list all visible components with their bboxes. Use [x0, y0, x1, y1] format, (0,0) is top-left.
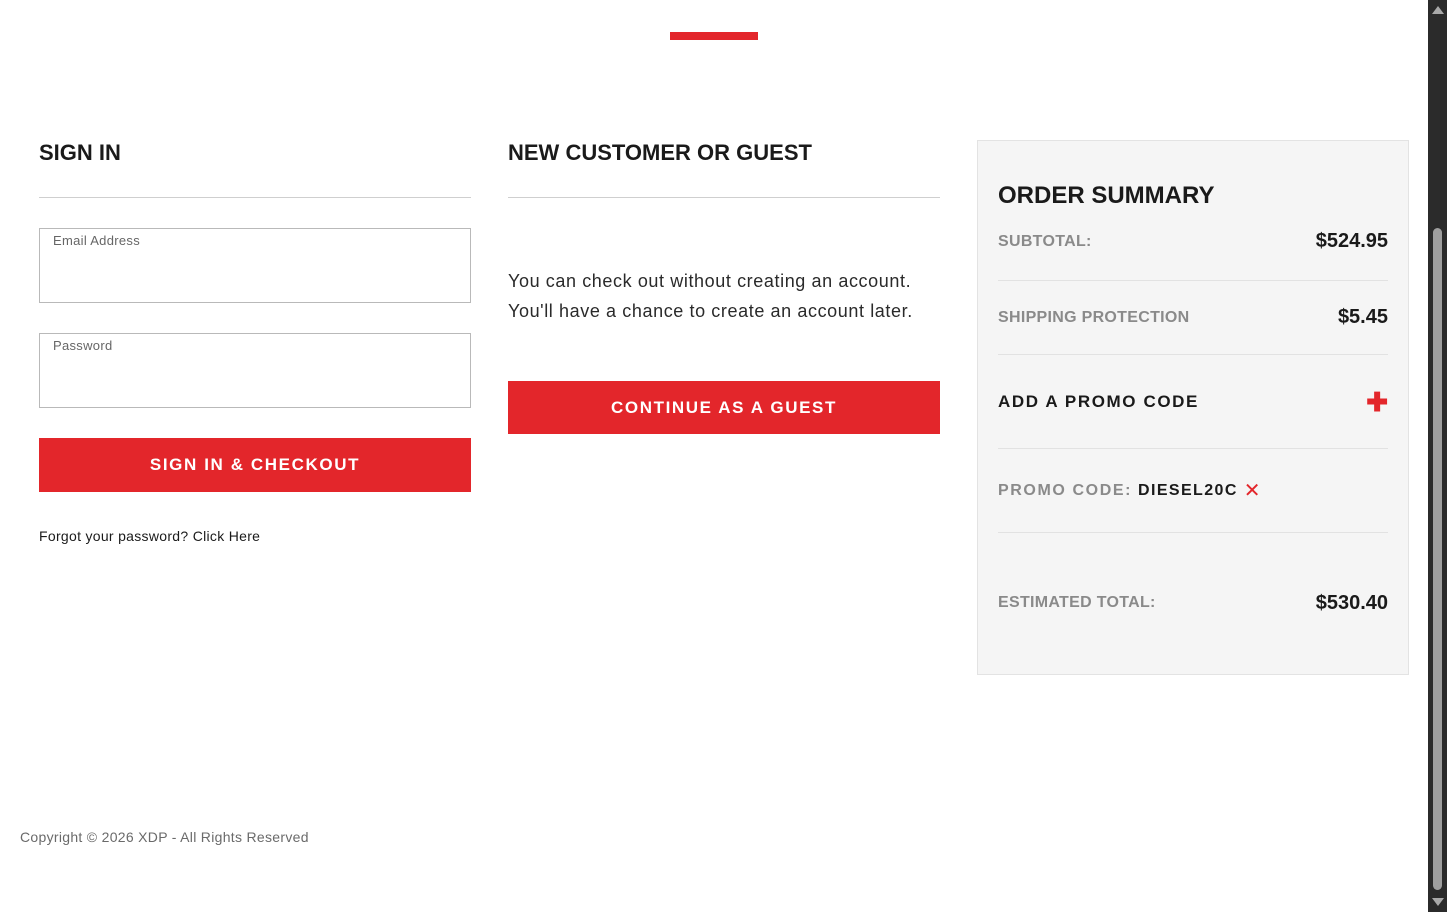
- scroll-down-arrow-icon[interactable]: [1432, 898, 1444, 906]
- email-field[interactable]: Email Address: [39, 228, 471, 303]
- password-input[interactable]: [52, 362, 458, 396]
- guest-description: You can check out without creating an ac…: [508, 266, 940, 326]
- shipping-protection-value: $5.45: [1337, 306, 1388, 328]
- password-field[interactable]: Password: [39, 333, 471, 408]
- estimated-total-row: ESTIMATED TOTAL: $530.40: [998, 533, 1388, 673]
- sign-in-section: SIGN IN Email Address Password SIGN IN &…: [39, 140, 471, 544]
- forgot-password-link[interactable]: Click Here: [193, 528, 261, 544]
- guest-title: NEW CUSTOMER OR GUEST: [508, 140, 940, 198]
- vertical-scrollbar[interactable]: [1428, 0, 1447, 912]
- email-input[interactable]: [52, 257, 458, 291]
- subtotal-value: $524.95: [1315, 230, 1388, 252]
- forgot-password-prompt: Forgot your password?: [39, 528, 189, 544]
- email-field-label: Email Address: [53, 233, 140, 248]
- checkout-page: SIGN IN Email Address Password SIGN IN &…: [0, 0, 1447, 912]
- copyright-text: Copyright © 2026 XDP - All Rights Reserv…: [20, 829, 309, 845]
- shipping-protection-label: SHIPPING PROTECTION: [998, 308, 1190, 326]
- scrollbar-thumb[interactable]: [1433, 228, 1442, 890]
- scroll-up-arrow-icon[interactable]: [1432, 6, 1444, 14]
- guest-description-line-1: You can check out without creating an ac…: [508, 271, 912, 291]
- sign-in-title: SIGN IN: [39, 140, 471, 198]
- applied-promo-row: PROMO CODE: DIESEL20C ✕: [998, 449, 1388, 533]
- continue-as-guest-button[interactable]: CONTINUE AS A GUEST: [508, 381, 940, 434]
- forgot-password-text: Forgot your password? Click Here: [39, 528, 471, 544]
- shipping-protection-row: SHIPPING PROTECTION $5.45: [998, 281, 1388, 355]
- guest-section: NEW CUSTOMER OR GUEST You can check out …: [508, 140, 940, 434]
- subtotal-row: SUBTOTAL: $524.95: [998, 203, 1388, 281]
- add-promo-code-toggle[interactable]: ADD A PROMO CODE ✚: [998, 355, 1388, 449]
- plus-icon[interactable]: ✚: [1366, 389, 1388, 415]
- close-icon[interactable]: ✕: [1244, 481, 1261, 501]
- order-summary-panel: ORDER SUMMARY SUBTOTAL: $524.95 SHIPPING…: [977, 140, 1409, 675]
- header-accent-bar: [670, 32, 758, 40]
- sign-in-checkout-button[interactable]: SIGN IN & CHECKOUT: [39, 438, 471, 492]
- password-field-label: Password: [53, 338, 113, 353]
- add-promo-code-label[interactable]: ADD A PROMO CODE: [998, 392, 1199, 412]
- promo-code-label: PROMO CODE:: [998, 481, 1133, 499]
- estimated-total-value: $530.40: [1315, 591, 1388, 614]
- promo-code-value: DIESEL20C: [1138, 481, 1238, 499]
- estimated-total-label: ESTIMATED TOTAL:: [998, 594, 1156, 611]
- subtotal-label: SUBTOTAL:: [998, 232, 1092, 250]
- guest-description-line-2: You'll have a chance to create an accoun…: [508, 301, 913, 321]
